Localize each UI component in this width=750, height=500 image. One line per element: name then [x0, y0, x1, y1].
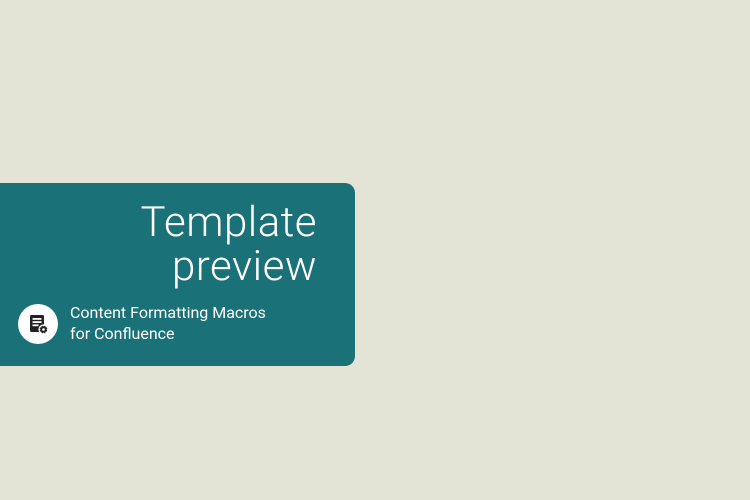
card-subtitle: Content Formatting Macros for Confluence [70, 303, 266, 345]
title-line-2: preview [172, 242, 317, 291]
title-line-1: Template [141, 198, 318, 247]
subtitle-row: Content Formatting Macros for Confluence [18, 303, 327, 345]
subtitle-line-2: for Confluence [70, 324, 175, 343]
card-title: Template preview [18, 201, 327, 289]
template-preview-card: Template preview Content Form [0, 183, 355, 366]
document-gear-icon [18, 304, 58, 344]
subtitle-line-1: Content Formatting Macros [70, 303, 266, 322]
